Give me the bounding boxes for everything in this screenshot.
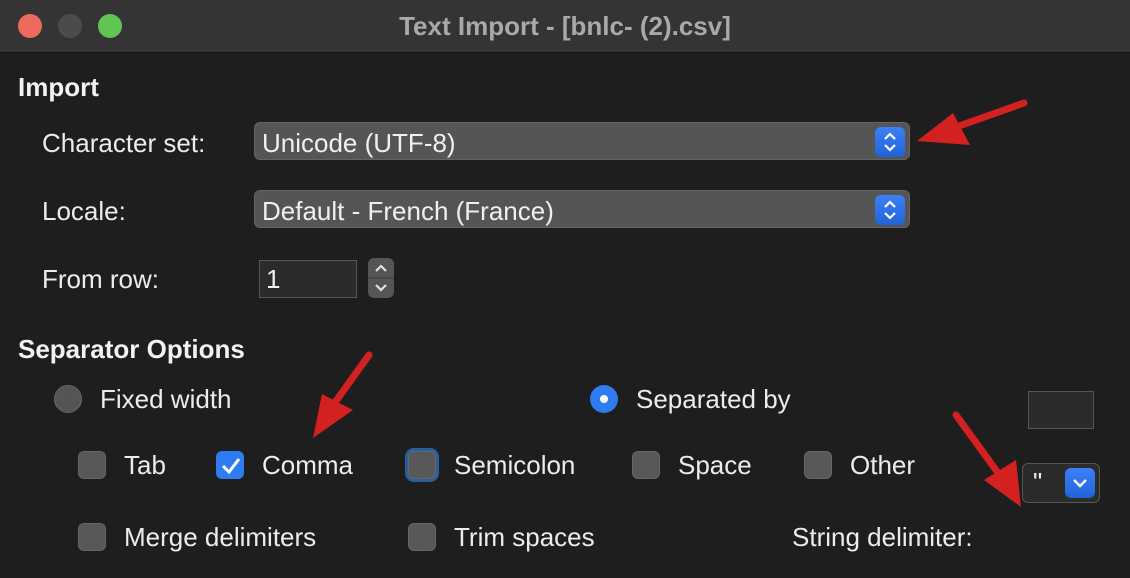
arrow-to-string-delimiter-icon (952, 411, 1021, 507)
arrow-to-comma-icon (313, 351, 373, 438)
arrow-to-charset-icon (917, 99, 1028, 145)
annotation-arrows (313, 99, 1028, 507)
